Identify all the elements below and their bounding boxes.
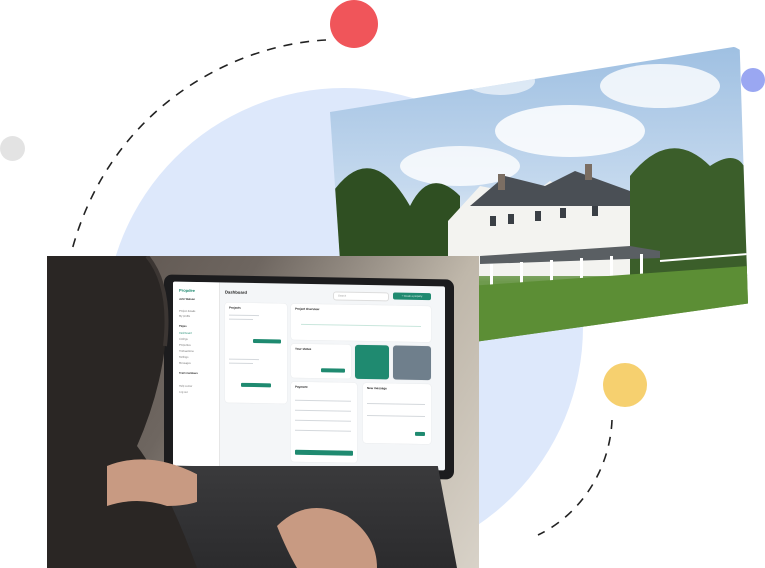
image-promo-card [393,345,431,381]
person-silhouette [47,256,197,568]
payment-panel-title: Payment [295,384,308,389]
placeholder-button [415,431,425,437]
status-panel-title: Your status [295,346,312,352]
create-property-button: + Create a property [393,292,431,301]
placeholder-line [229,314,259,317]
placeholder-button [295,449,353,456]
projects-panel: Projects [225,302,287,404]
dashboard-search-input: Search [333,291,389,302]
placeholder-button [321,368,345,373]
placeholder-line [229,318,253,321]
placeholder-line [295,409,351,412]
projects-panel-title: Projects [229,305,241,310]
placeholder-line [295,399,351,402]
right-hand [277,508,377,568]
new-message-title: New message [367,386,387,391]
placeholder-button [253,339,281,344]
project-overview-title: Project Overview [295,306,320,312]
placeholder-line [367,403,425,406]
dashboard-title: Dashboard [225,289,247,295]
placeholder-line [229,358,259,361]
laptop-screen: Propdee Jane Watson Project details My p… [173,281,445,471]
purple-decorative-dot [741,68,765,92]
placeholder-line [367,415,425,418]
payment-panel: Payment [291,381,357,463]
placeholder-button [241,382,271,388]
red-decorative-dot [330,0,378,48]
placeholder-line [295,419,351,422]
project-overview-panel: Project Overview [291,303,431,343]
laptop-photo: Propdee Jane Watson Project details My p… [47,256,479,568]
placeholder-line [229,362,253,365]
placeholder-line [295,429,351,432]
status-panel: Your status [291,343,351,379]
green-promo-card [355,344,389,380]
gray-decorative-dot [0,136,25,161]
new-message-panel: New message [363,382,431,445]
progress-track [301,323,421,328]
yellow-decorative-dot [603,363,647,407]
